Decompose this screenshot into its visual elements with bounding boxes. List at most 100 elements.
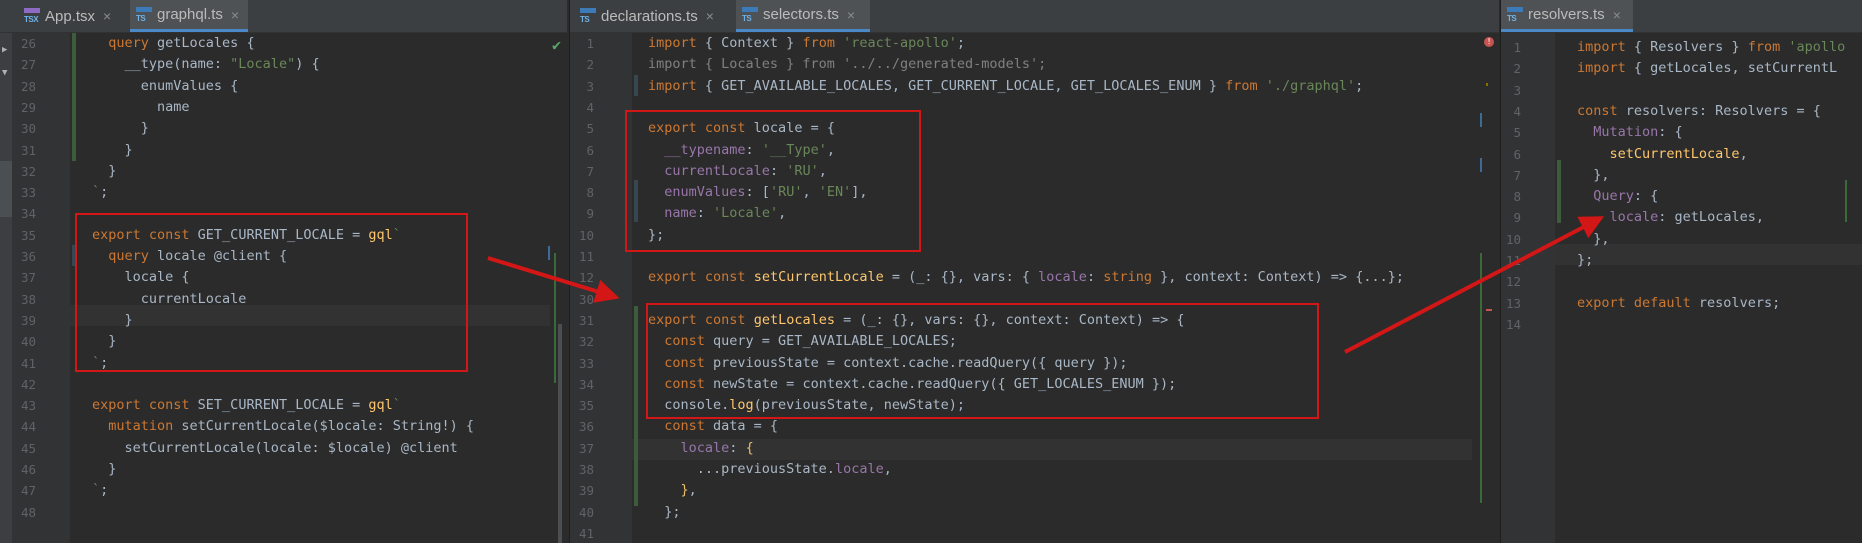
line-number: 4 <box>586 99 594 115</box>
line-number: 32 <box>20 163 36 179</box>
code-line[interactable]: export default resolvers; <box>1577 293 1780 314</box>
code-line[interactable]: locale: getLocales, <box>1577 207 1764 228</box>
vcs-change-marker <box>634 306 638 506</box>
line-number: 2 <box>586 57 594 73</box>
code-line[interactable]: `; <box>92 480 108 501</box>
code-line[interactable]: query getLocales { <box>92 33 254 54</box>
code-line[interactable]: const data = { <box>648 416 778 437</box>
line-number: 37 <box>20 270 36 286</box>
close-icon[interactable]: × <box>706 8 714 24</box>
line-number: 46 <box>20 462 36 477</box>
line-number: 10 <box>1505 231 1521 247</box>
line-number: 14 <box>1505 316 1521 332</box>
close-icon[interactable]: × <box>1613 7 1621 23</box>
line-number: 3 <box>586 78 594 94</box>
line-number: 5 <box>1513 125 1521 141</box>
ts-file-icon: TS <box>742 6 758 23</box>
code-line[interactable]: } <box>92 140 133 161</box>
line-number: 39 <box>578 483 594 499</box>
close-icon[interactable]: × <box>103 8 111 24</box>
line-number: 2 <box>1513 61 1521 77</box>
close-icon[interactable]: × <box>847 7 855 23</box>
line-number: 6 <box>1513 146 1521 162</box>
code-line[interactable]: } <box>92 459 116 480</box>
line-number: 8 <box>1513 189 1521 205</box>
tab-app-tsx[interactable]: TSX App.tsx × <box>18 0 122 32</box>
code-line[interactable]: }; <box>1577 250 1593 271</box>
line-number: 27 <box>20 57 36 73</box>
run-icon[interactable]: ▶ <box>2 45 7 55</box>
code-line[interactable]: import { Context } from 'react-apollo'; <box>648 33 965 54</box>
line-number: 6 <box>586 142 594 158</box>
error-stripe-left <box>548 33 562 543</box>
code-line[interactable]: import { getLocales, setCurrentL <box>1577 58 1837 79</box>
code-line[interactable]: } <box>92 161 116 182</box>
code-line[interactable]: enumValues { <box>92 76 239 97</box>
line-number: 33 <box>578 355 594 371</box>
code-line[interactable]: setCurrentLocale, <box>1577 144 1748 165</box>
line-number: 9 <box>1513 210 1521 226</box>
code-line[interactable]: ...previousState.locale, <box>648 459 892 480</box>
line-number: 9 <box>586 206 594 222</box>
code-line[interactable]: Mutation: { <box>1577 122 1682 143</box>
code-line[interactable]: locale: { <box>648 438 754 459</box>
line-number: 1 <box>586 36 594 51</box>
tab-declarations-ts[interactable]: TS declarations.ts × <box>574 0 730 32</box>
code-line[interactable]: name <box>92 97 190 118</box>
line-number: 28 <box>20 78 36 94</box>
filter-icon[interactable]: ▼ <box>2 68 7 78</box>
line-number: 31 <box>578 312 594 328</box>
line-number: 38 <box>20 291 36 307</box>
code-line[interactable]: import { Locales } from '../../generated… <box>648 54 1046 75</box>
line-number: 31 <box>20 142 36 158</box>
editor-pane-middle: TS declarations.ts × TS selectors.ts × 1… <box>569 0 1499 543</box>
code-line[interactable]: export const SET_CURRENT_LOCALE = gql` <box>92 395 401 416</box>
code-line[interactable]: import { GET_AVAILABLE_LOCALES, GET_CURR… <box>648 76 1363 97</box>
line-number: 40 <box>20 334 36 350</box>
line-number: 36 <box>20 249 36 264</box>
code-line[interactable]: import { Resolvers } from 'apollo <box>1577 37 1845 58</box>
code-line[interactable]: export const setCurrentLocale = (_: {}, … <box>648 267 1404 288</box>
annotation-box-get-locales <box>646 303 1319 419</box>
code-line[interactable]: } <box>92 118 149 139</box>
line-number: 42 <box>20 376 36 392</box>
code-line[interactable]: __type(name: "Locale") { <box>92 54 320 75</box>
line-number: 38 <box>578 462 594 477</box>
line-number: 45 <box>20 440 36 456</box>
code-line[interactable]: const resolvers: Resolvers = { <box>1577 101 1821 122</box>
line-number: 5 <box>586 121 594 137</box>
line-number: 4 <box>1513 103 1521 119</box>
annotation-box-locale-object <box>625 110 921 252</box>
side-toolbar: ▶ ▼ <box>0 33 12 543</box>
current-line-highlight <box>632 439 1472 460</box>
tab-selectors-ts[interactable]: TS selectors.ts × <box>736 0 870 32</box>
code-line[interactable]: }, <box>1577 165 1609 186</box>
line-number: 7 <box>586 163 594 179</box>
vcs-change-marker <box>634 75 638 96</box>
line-number: 37 <box>578 440 594 456</box>
code-line[interactable]: }, <box>1577 229 1609 250</box>
vcs-change-marker <box>1557 160 1561 223</box>
tab-graphql-ts[interactable]: TS graphql.ts × <box>130 0 248 32</box>
tab-resolvers-ts[interactable]: TS resolvers.ts × <box>1501 0 1633 32</box>
line-number: 43 <box>20 398 36 414</box>
code-line[interactable]: Query: { <box>1577 186 1658 207</box>
code-line[interactable]: }; <box>648 502 680 523</box>
annotation-box-get-current-locale <box>75 213 468 372</box>
line-number: 44 <box>20 419 36 435</box>
tab-bar-left: TSX App.tsx × TS graphql.ts × <box>0 0 567 33</box>
code-line[interactable]: mutation setCurrentLocale($locale: Strin… <box>92 416 474 437</box>
line-number: 48 <box>20 504 36 520</box>
line-number: 35 <box>20 227 36 243</box>
code-line[interactable]: `; <box>92 182 108 203</box>
line-number: 29 <box>20 99 36 115</box>
code-line[interactable]: }, <box>648 480 697 501</box>
line-number: 12 <box>1505 274 1521 290</box>
line-number: 1 <box>1513 40 1521 55</box>
close-icon[interactable]: × <box>231 7 239 23</box>
line-number: 11 <box>578 249 594 264</box>
code-line[interactable]: setCurrentLocale(locale: $locale) @clien… <box>92 438 458 459</box>
line-number: 32 <box>578 334 594 350</box>
line-number: 30 <box>20 121 36 137</box>
line-number: 36 <box>578 419 594 435</box>
